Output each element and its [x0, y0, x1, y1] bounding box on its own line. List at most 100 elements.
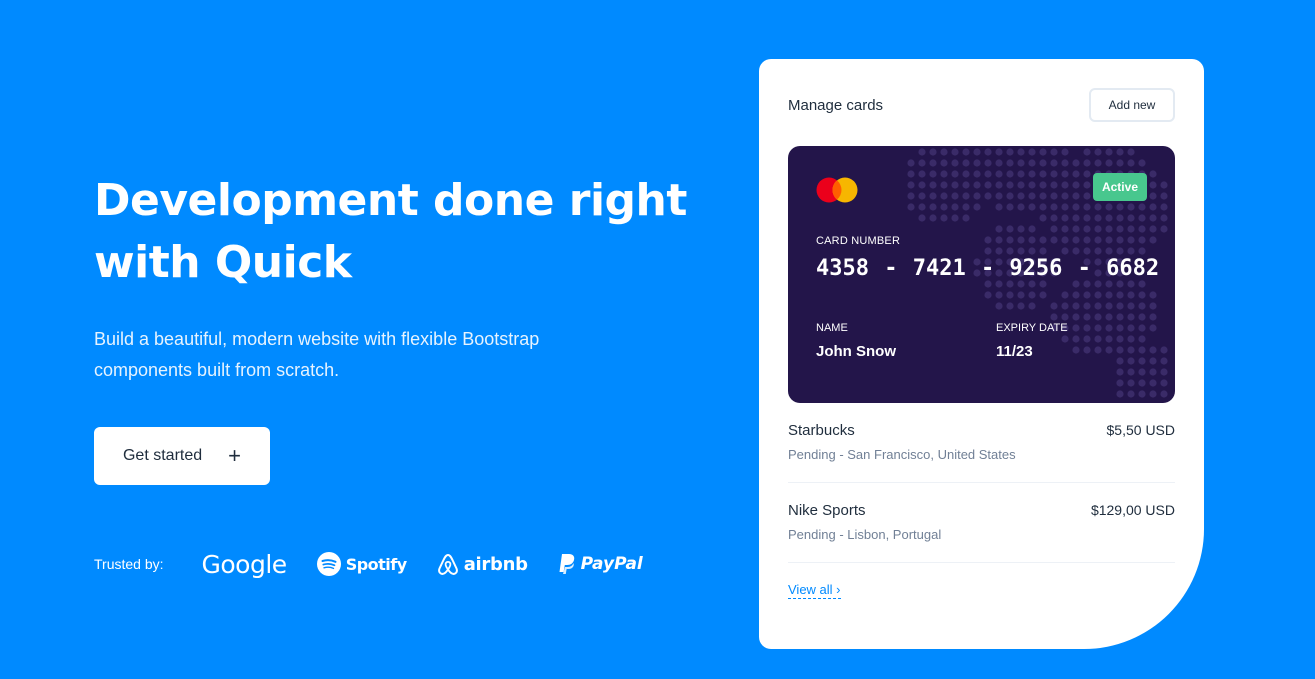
map-dot — [1061, 181, 1069, 189]
transaction-merchant: Nike Sports — [788, 502, 866, 519]
map-dot — [1017, 170, 1025, 178]
map-dot — [1017, 225, 1025, 233]
map-dot — [1160, 379, 1168, 387]
map-dot — [973, 159, 981, 167]
map-dot — [1160, 357, 1168, 365]
map-dot — [1127, 225, 1135, 233]
map-dot — [1149, 225, 1157, 233]
map-dot — [1116, 148, 1124, 156]
map-dot — [1105, 324, 1113, 332]
map-dot — [1127, 346, 1135, 354]
map-dot — [1138, 247, 1146, 255]
map-dot — [973, 203, 981, 211]
map-dot — [1149, 181, 1157, 189]
map-dot — [1028, 148, 1036, 156]
map-dot — [1127, 214, 1135, 222]
map-dot — [1006, 225, 1014, 233]
map-dot — [1028, 170, 1036, 178]
map-dot — [973, 192, 981, 200]
map-dot — [984, 247, 992, 255]
map-dot — [1116, 390, 1124, 398]
map-dot — [940, 170, 948, 178]
map-dot — [973, 181, 981, 189]
map-dot — [1050, 159, 1058, 167]
transaction-detail: Pending - Lisbon, Portugal — [788, 527, 942, 542]
transaction-row[interactable]: Nike Sports Pending - Lisbon, Portugal $… — [788, 483, 1175, 563]
map-dot — [1017, 203, 1025, 211]
map-dot — [1138, 368, 1146, 376]
map-dot — [995, 291, 1003, 299]
map-dot — [984, 236, 992, 244]
map-dot — [1072, 236, 1080, 244]
map-dot — [1127, 335, 1135, 343]
map-dot — [951, 192, 959, 200]
get-started-button[interactable]: Get started + — [94, 427, 270, 485]
map-dot — [1083, 291, 1091, 299]
map-dot — [1149, 390, 1157, 398]
map-dot — [907, 181, 915, 189]
map-dot — [1050, 214, 1058, 222]
card-number: 4358 - 7421 - 9256 - 6682 — [816, 256, 1160, 281]
map-dot — [1105, 280, 1113, 288]
map-dot — [1127, 148, 1135, 156]
map-dot — [951, 148, 959, 156]
map-dot — [1105, 203, 1113, 211]
map-dot — [995, 280, 1003, 288]
map-dot — [1072, 324, 1080, 332]
spotify-logo: Spotify — [316, 552, 407, 576]
transaction-merchant: Starbucks — [788, 422, 855, 439]
map-dot — [1006, 302, 1014, 310]
map-dot — [951, 159, 959, 167]
map-dot — [1083, 159, 1091, 167]
map-dot — [1149, 291, 1157, 299]
map-dot — [1160, 225, 1168, 233]
map-dot — [1094, 335, 1102, 343]
map-dot — [1105, 302, 1113, 310]
map-dot — [1105, 236, 1113, 244]
map-dot — [1127, 379, 1135, 387]
view-all-link[interactable]: View all › — [788, 582, 841, 599]
hero-title-line1: Development done right — [94, 175, 687, 226]
map-dot — [1028, 280, 1036, 288]
map-dot — [1061, 302, 1069, 310]
add-new-button[interactable]: Add new — [1089, 88, 1175, 122]
map-dot — [951, 214, 959, 222]
expiry-date: 11/23 — [996, 343, 1033, 360]
map-dot — [951, 203, 959, 211]
map-dot — [1028, 302, 1036, 310]
map-dot — [1138, 357, 1146, 365]
map-dot — [984, 192, 992, 200]
map-dot — [1127, 357, 1135, 365]
transaction-info: Starbucks Pending - San Francisco, Unite… — [788, 422, 1016, 462]
transaction-row[interactable]: Starbucks Pending - San Francisco, Unite… — [788, 403, 1175, 483]
map-dot — [1160, 192, 1168, 200]
map-dot — [1127, 236, 1135, 244]
map-dot — [1105, 346, 1113, 354]
hero-title: Development done right with Quick — [94, 170, 694, 294]
map-dot — [1094, 302, 1102, 310]
map-dot — [1116, 379, 1124, 387]
credit-card[interactable]: Active CARD NUMBER 4358 - 7421 - 9256 - … — [788, 146, 1175, 403]
map-dot — [1083, 203, 1091, 211]
trusted-label: Trusted by: — [94, 556, 164, 572]
map-dot — [1039, 159, 1047, 167]
map-dot — [1094, 346, 1102, 354]
map-dot — [1094, 148, 1102, 156]
map-dot — [1149, 368, 1157, 376]
map-dot — [1149, 357, 1157, 365]
map-dot — [1050, 170, 1058, 178]
map-dot — [1149, 379, 1157, 387]
map-dot — [1138, 236, 1146, 244]
map-dot — [1061, 159, 1069, 167]
map-dot — [1050, 313, 1058, 321]
map-dot — [995, 236, 1003, 244]
map-dot — [1039, 192, 1047, 200]
map-dot — [1072, 170, 1080, 178]
map-dot — [1127, 313, 1135, 321]
panel-title: Manage cards — [788, 96, 884, 114]
map-dot — [907, 159, 915, 167]
map-dot — [918, 170, 926, 178]
map-dot — [918, 159, 926, 167]
map-dot — [1160, 214, 1168, 222]
map-dot — [1006, 203, 1014, 211]
